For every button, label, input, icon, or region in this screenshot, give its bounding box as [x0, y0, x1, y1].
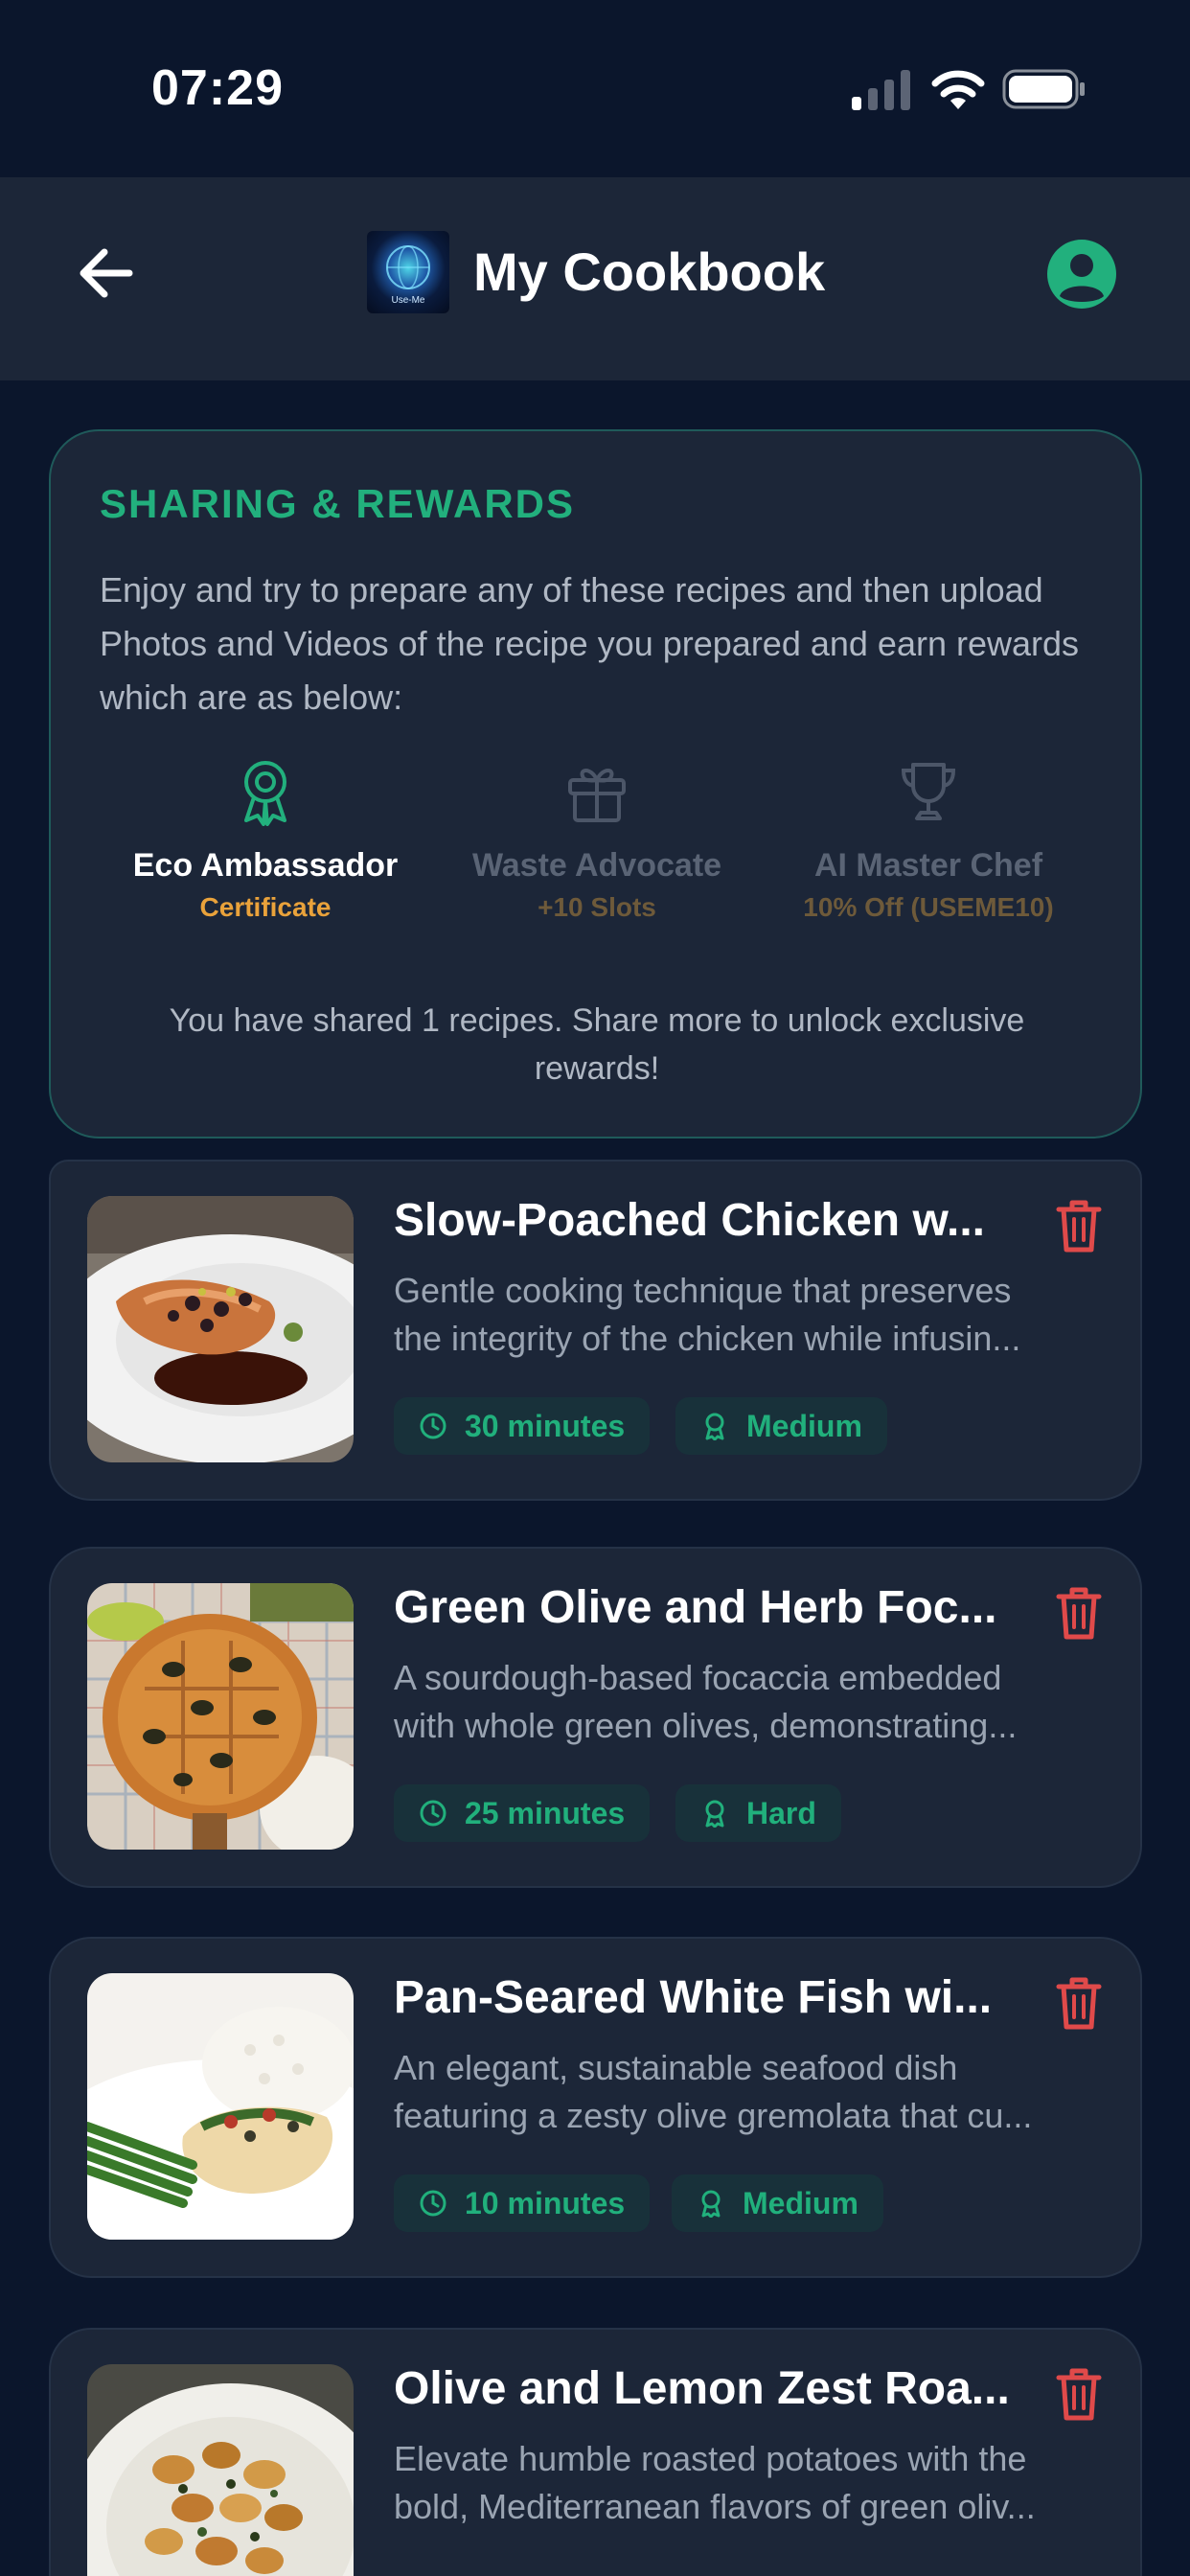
time-label: 30 minutes: [465, 1408, 626, 1443]
user-avatar-icon: [1047, 240, 1116, 309]
difficulty-tag: Hard: [675, 1784, 841, 1842]
delete-recipe-button[interactable]: [1055, 2366, 1103, 2422]
trophy-icon: [901, 763, 956, 820]
app-logo: Use-Me: [367, 231, 449, 313]
recipe-card[interactable]: Slow-Poached Chicken w... Gentle cooking…: [49, 1160, 1142, 1501]
time-label: 25 minutes: [465, 1795, 626, 1830]
time-label: 10 minutes: [465, 2185, 626, 2220]
clock-icon: [420, 1413, 446, 1439]
recipe-description: A sourdough-based focaccia embedded with…: [394, 1654, 1112, 1750]
delete-recipe-button[interactable]: [1055, 1585, 1103, 1641]
difficulty-label: Hard: [746, 1795, 816, 1830]
reward-perk: +10 Slots: [538, 892, 656, 922]
rewards-title: SHARING & REWARDS: [100, 481, 576, 526]
chicken-dish-photo: [87, 1196, 354, 1462]
battery-icon: [1002, 69, 1085, 109]
recipe-description-line: A sourdough-based focaccia embedded: [394, 1658, 1002, 1697]
difficulty-label: Medium: [743, 2185, 858, 2220]
white-fish-photo: [87, 1973, 354, 2240]
cookbook-screen: 07:29 Use-Me My Cookbook SHARING & REWAR…: [0, 0, 1190, 2576]
award-icon: [701, 2190, 721, 2218]
rewards-card: SHARING & REWARDS Enjoy and try to prepa…: [49, 429, 1142, 1138]
recipe-description-line: bold, Mediterranean flavors of green oli…: [394, 2487, 1036, 2526]
award-icon: [705, 1413, 724, 1440]
difficulty-tag: Medium: [675, 1397, 887, 1455]
delete-recipe-button[interactable]: [1055, 1975, 1103, 2031]
time-tag: 25 minutes: [394, 1784, 651, 1842]
app-header: Use-Me My Cookbook: [0, 177, 1190, 380]
wifi-icon: [931, 70, 985, 109]
reward-perk: Certificate: [199, 892, 332, 922]
recipe-image: [87, 1196, 354, 1462]
recipe-title: Slow-Poached Chicken w...: [394, 1195, 986, 1246]
delete-recipe-button[interactable]: [1055, 1198, 1103, 1254]
trash-icon: [1056, 1977, 1102, 2030]
recipe-card[interactable]: Pan-Seared White Fish wi... An elegant, …: [49, 1937, 1142, 2278]
time-tag: 30 minutes: [394, 1397, 651, 1455]
time-tag: 10 minutes: [394, 2174, 651, 2232]
focaccia-photo: [87, 1583, 354, 1850]
reward-name: AI Master Chef: [813, 847, 1043, 884]
profile-button[interactable]: [1046, 239, 1117, 310]
recipe-image: [87, 1583, 354, 1850]
recipe-description: Gentle cooking technique that preserves …: [394, 1267, 1112, 1363]
clock-icon: [420, 2190, 446, 2217]
reward-waste-advocate: Waste Advocate +10 Slots: [431, 757, 763, 923]
recipe-description-line: the integrity of the chicken while infus…: [394, 1319, 1021, 1358]
recipe-image: [87, 1973, 354, 2240]
recipe-card[interactable]: Green Olive and Herb Foc... A sourdough-…: [49, 1547, 1142, 1888]
roasted-potatoes-photo: [87, 2364, 354, 2576]
recipe-description-line: An elegant, sustainable seafood dish: [394, 2048, 958, 2087]
trash-icon: [1056, 2368, 1102, 2421]
arrow-left-icon: [80, 248, 133, 298]
reward-name: Eco Ambassador: [132, 847, 399, 884]
status-time: 07:29: [151, 60, 284, 116]
recipe-card[interactable]: Olive and Lemon Zest Roa... Elevate humb…: [49, 2328, 1142, 2576]
reward-perk: 10% Off (USEME10): [803, 892, 1054, 922]
status-bar: 07:29: [0, 0, 1190, 177]
rewards-description: Enjoy and try to prepare any of these re…: [100, 570, 1080, 717]
recipe-description-line: featuring a zesty olive gremolata that c…: [394, 2096, 1033, 2135]
award-icon: [705, 1800, 724, 1828]
recipe-title: Pan-Seared White Fish wi...: [394, 1972, 993, 2023]
reward-eco-ambassador: Eco Ambassador Certificate: [100, 757, 431, 923]
recipe-description-line: Gentle cooking technique that preserves: [394, 1271, 1012, 1310]
recipe-image: [87, 2364, 354, 2576]
recipe-description-line: Elevate humble roasted potatoes with the: [394, 2439, 1027, 2478]
trash-icon: [1056, 1587, 1102, 1640]
difficulty-tag: Medium: [672, 2174, 883, 2232]
cellular-signal-icon: [852, 70, 910, 110]
rewards-footer: You have shared 1 recipes. Share more to…: [169, 1002, 1025, 1087]
difficulty-label: Medium: [746, 1408, 862, 1443]
award-ribbon-icon: [244, 761, 286, 826]
back-button[interactable]: [67, 235, 144, 311]
app-logo-text: Use-Me: [391, 295, 425, 306]
page-title: My Cookbook: [473, 242, 826, 302]
reward-ai-master-chef: AI Master Chef 10% Off (USEME10): [763, 757, 1094, 923]
clock-icon: [420, 1800, 446, 1827]
recipe-description: Elevate humble roasted potatoes with the…: [394, 2435, 1112, 2531]
recipe-title: Olive and Lemon Zest Roa...: [394, 2363, 1010, 2414]
recipe-title: Green Olive and Herb Foc...: [394, 1582, 997, 1633]
reward-name: Waste Advocate: [471, 847, 722, 884]
trash-icon: [1056, 1200, 1102, 1253]
gift-icon: [568, 769, 626, 822]
recipe-description: An elegant, sustainable seafood dish fea…: [394, 2044, 1112, 2140]
recipe-description-line: with whole green olives, demonstrating..…: [394, 1706, 1018, 1745]
